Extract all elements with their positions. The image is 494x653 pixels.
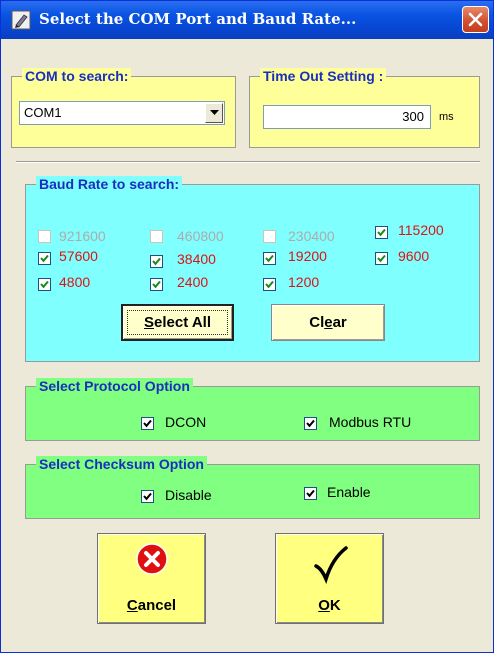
timeout-input[interactable]: 300 xyxy=(263,105,431,129)
select-all-button[interactable]: Select All xyxy=(121,304,234,341)
divider xyxy=(16,161,480,163)
baud-460800-label: 460800 xyxy=(177,228,224,244)
timeout-unit: ms xyxy=(439,111,454,123)
baud-230400-label: 230400 xyxy=(288,228,335,244)
baud-rate-panel: Baud Rate to search: xyxy=(25,176,480,362)
baud-460800-checkbox[interactable] xyxy=(150,230,163,243)
checksum-enable-checkbox[interactable] xyxy=(304,487,317,500)
baud-38400-label: 38400 xyxy=(177,251,216,267)
pencil-icon xyxy=(11,10,31,30)
checkmark-icon xyxy=(40,254,49,263)
ok-label: OK xyxy=(276,597,383,614)
baud-4800-checkbox[interactable] xyxy=(38,278,51,291)
protocol-panel: Select Protocol Option xyxy=(25,378,480,441)
ok-rest: K xyxy=(329,597,341,614)
checksum-disable-label: Disable xyxy=(165,487,212,503)
ok-button[interactable]: OK xyxy=(275,533,384,624)
window-title: Select the COM Port and Baud Rate... xyxy=(39,10,357,28)
timeout-legend: Time Out Setting : xyxy=(260,68,387,84)
modbus-rtu-label: Modbus RTU xyxy=(329,414,412,430)
baud-115200-label: 115200 xyxy=(398,222,444,238)
baud-4800-label: 4800 xyxy=(59,274,91,290)
checksum-legend: Select Checksum Option xyxy=(36,456,207,472)
modbus-rtu-checkbox[interactable] xyxy=(304,417,317,430)
checkmark-icon xyxy=(40,280,49,289)
baud-9600-label: 9600 xyxy=(398,248,430,264)
dropdown-arrow-button[interactable] xyxy=(205,103,223,123)
checkmark-icon xyxy=(306,489,315,498)
ok-hotkey: O xyxy=(318,597,330,614)
close-button[interactable] xyxy=(462,6,489,33)
baud-19200-checkbox[interactable] xyxy=(263,252,276,265)
cancel-rest: ancel xyxy=(137,597,177,614)
select-all-label: Select All xyxy=(123,314,232,331)
checksum-panel: Select Checksum Option xyxy=(25,456,480,519)
baud-9600-checkbox[interactable] xyxy=(375,252,388,265)
baud-57600-label: 57600 xyxy=(59,248,98,264)
cancel-label: Cancel xyxy=(98,597,205,614)
clear-hotkey: e xyxy=(324,314,333,331)
checkmark-icon xyxy=(143,419,152,428)
dcon-checkbox[interactable] xyxy=(141,417,154,430)
com-port-value: COM1 xyxy=(24,105,62,120)
error-x-icon xyxy=(136,543,168,575)
checkmark-icon xyxy=(314,546,348,584)
baud-1200-label: 1200 xyxy=(288,274,320,290)
close-icon xyxy=(468,12,483,27)
baud-230400-checkbox[interactable] xyxy=(263,230,276,243)
checkmark-icon xyxy=(377,254,386,263)
com-port-select[interactable]: COM1 xyxy=(19,101,225,125)
checkmark-icon xyxy=(306,419,315,428)
timeout-value: 300 xyxy=(402,109,424,124)
baud-1200-checkbox[interactable] xyxy=(263,278,276,291)
checksum-disable-checkbox[interactable] xyxy=(141,490,154,503)
baud-921600-label: 921600 xyxy=(59,228,106,244)
cancel-hotkey: C xyxy=(126,597,138,614)
title-bar[interactable]: Select the COM Port and Baud Rate... xyxy=(1,1,493,39)
baud-2400-checkbox[interactable] xyxy=(150,278,163,291)
chevron-down-icon xyxy=(210,110,219,115)
checksum-enable-label: Enable xyxy=(327,484,371,500)
baud-921600-checkbox[interactable] xyxy=(38,230,51,243)
com-search-legend: COM to search: xyxy=(22,68,132,84)
select-all-rest: elect All xyxy=(154,314,211,331)
checkmark-icon xyxy=(143,492,152,501)
dialog-window: Select the COM Port and Baud Rate... COM… xyxy=(0,0,494,653)
checkmark-icon xyxy=(265,254,274,263)
baud-115200-checkbox[interactable] xyxy=(375,226,388,239)
clear-post: ar xyxy=(332,314,347,331)
baud-19200-label: 19200 xyxy=(288,248,327,264)
cancel-button[interactable]: Cancel xyxy=(97,533,206,624)
baud-57600-checkbox[interactable] xyxy=(38,252,51,265)
dcon-label: DCON xyxy=(165,414,207,430)
baud-rate-legend: Baud Rate to search: xyxy=(36,176,183,192)
checkmark-icon xyxy=(265,280,274,289)
baud-38400-checkbox[interactable] xyxy=(150,255,163,268)
protocol-legend: Select Protocol Option xyxy=(36,378,193,394)
clear-pre: Cl xyxy=(309,314,325,331)
select-all-hotkey: S xyxy=(144,314,155,331)
checkmark-icon xyxy=(377,228,386,237)
checkmark-icon xyxy=(152,257,161,266)
checkmark-icon xyxy=(152,280,161,289)
baud-2400-label: 2400 xyxy=(177,274,209,290)
clear-label: Clear xyxy=(272,314,384,331)
clear-button[interactable]: Clear xyxy=(271,304,385,341)
